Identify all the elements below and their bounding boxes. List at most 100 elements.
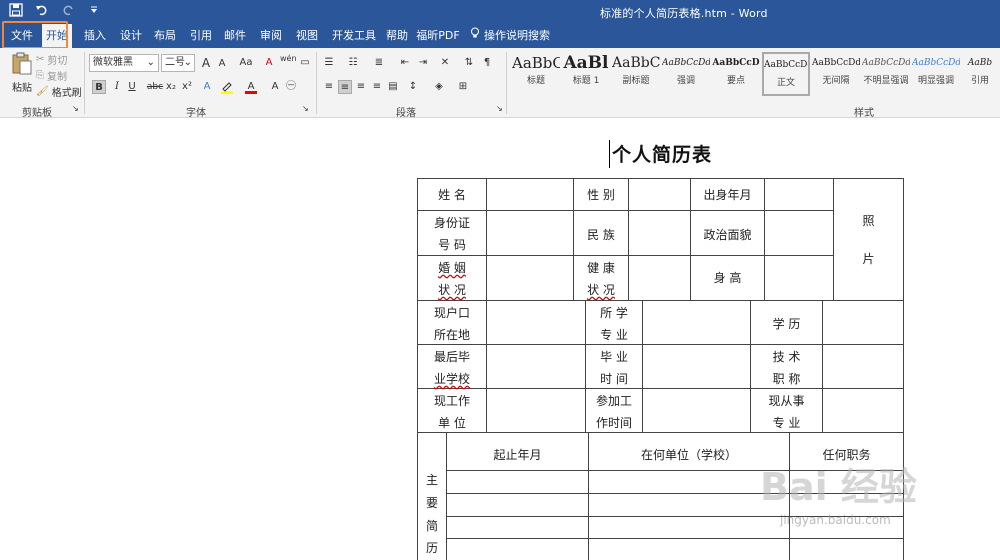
label-employer-1: 现工作 bbox=[433, 394, 470, 408]
label-history-4: 历 bbox=[425, 541, 438, 555]
chevron-down-icon: ⌄ bbox=[146, 57, 155, 68]
align-center-icon[interactable]: ≡ bbox=[338, 80, 352, 94]
multilevel-list-icon[interactable]: ≣ bbox=[372, 56, 386, 70]
tab-home[interactable]: 开始 bbox=[42, 24, 72, 48]
clear-formatting-button[interactable]: A bbox=[262, 56, 276, 70]
bold-button[interactable]: B bbox=[92, 80, 106, 94]
tab-layout[interactable]: 布局 bbox=[150, 24, 180, 48]
char-border-icon[interactable]: ▭ bbox=[298, 56, 312, 70]
italic-button[interactable]: I bbox=[110, 80, 124, 94]
col-organization: 在何单位（学校） bbox=[640, 448, 737, 462]
label-health-1: 健 康 bbox=[587, 261, 615, 275]
tab-file[interactable]: 文件 bbox=[4, 24, 40, 48]
change-case-button[interactable]: Aa bbox=[236, 56, 256, 70]
font-launcher-icon[interactable]: ↘ bbox=[302, 104, 309, 113]
style-title[interactable]: AaBbC 标题 bbox=[512, 52, 560, 96]
style-sample: AaBl bbox=[563, 53, 609, 73]
shading-icon[interactable]: ◈ bbox=[432, 80, 446, 94]
tab-foxit-pdf[interactable]: 福昕PDF bbox=[416, 24, 460, 48]
align-left-icon[interactable]: ≡ bbox=[322, 80, 336, 94]
numbering-icon[interactable]: ☷ bbox=[346, 56, 360, 70]
undo-icon[interactable] bbox=[34, 3, 50, 19]
save-icon[interactable] bbox=[8, 3, 24, 19]
style-name: 强调 bbox=[676, 76, 695, 86]
style-sample: AaBbCcDd bbox=[862, 58, 910, 68]
style-no-spacing[interactable]: AaBbCcDd 无间隔 bbox=[812, 52, 860, 96]
style-quote[interactable]: AaBb 引用 bbox=[960, 52, 1000, 96]
style-sample: AaBbC bbox=[612, 55, 660, 71]
style-name: 不明显强调 bbox=[863, 76, 909, 86]
align-right-icon[interactable]: ≡ bbox=[354, 80, 368, 94]
tab-developer[interactable]: 开发工具 bbox=[328, 24, 380, 48]
label-title-1: 技 术 bbox=[772, 350, 801, 364]
subscript-button[interactable]: x₂ bbox=[164, 80, 178, 94]
cut-button[interactable]: ✂ 剪切 bbox=[36, 52, 67, 67]
bullets-icon[interactable]: ☰ bbox=[322, 56, 336, 70]
text-effects-icon[interactable]: A bbox=[200, 80, 214, 94]
phonetic-guide-button[interactable]: wén bbox=[280, 54, 297, 68]
tab-design[interactable]: 设计 bbox=[116, 24, 146, 48]
cut-label: 剪切 bbox=[47, 56, 68, 67]
label-marital-1: 婚 姻 bbox=[438, 261, 466, 275]
style-emphasis[interactable]: AaBbCcDd 强调 bbox=[662, 52, 710, 96]
style-sample: AaBbCcDd bbox=[912, 58, 960, 68]
sort-icon[interactable]: ⇅ bbox=[462, 56, 476, 70]
chinese-layout-icon[interactable]: ✕ bbox=[438, 56, 452, 70]
font-size-select[interactable]: 二号 ⌄ bbox=[161, 54, 195, 72]
label-history-2: 要 bbox=[425, 496, 438, 510]
borders-icon[interactable]: ⊞ bbox=[456, 80, 470, 94]
tab-mailings[interactable]: 邮件 bbox=[220, 24, 250, 48]
show-marks-icon[interactable]: ¶ bbox=[480, 56, 494, 70]
highlight-icon[interactable] bbox=[220, 80, 234, 94]
table-border bbox=[628, 178, 629, 300]
char-shading-icon[interactable]: A bbox=[268, 80, 282, 94]
style-subtitle[interactable]: AaBbC 副标题 bbox=[612, 52, 660, 96]
shrink-font-button[interactable]: A bbox=[215, 57, 229, 71]
qat-dropdown-icon[interactable] bbox=[86, 3, 102, 19]
label-major-1: 所 学 bbox=[600, 306, 628, 320]
enclose-char-icon[interactable]: ㊀ bbox=[284, 80, 298, 94]
paste-label: 粘贴 bbox=[12, 83, 32, 94]
style-sample: AaBbCcD bbox=[712, 58, 760, 68]
superscript-button[interactable]: x² bbox=[180, 80, 194, 94]
line-spacing-icon[interactable]: ↕ bbox=[406, 80, 420, 94]
styles-group-label: 样式 bbox=[854, 108, 874, 119]
label-school-1: 最后毕 bbox=[433, 350, 470, 364]
tell-me-search[interactable]: 操作说明搜索 bbox=[470, 24, 550, 48]
clipboard-launcher-icon[interactable]: ↘ bbox=[72, 104, 79, 113]
tab-view[interactable]: 视图 bbox=[292, 24, 322, 48]
increase-indent-icon[interactable]: ⇥ bbox=[416, 56, 430, 70]
label-height: 身 高 bbox=[713, 271, 742, 285]
grow-font-button[interactable]: A bbox=[199, 56, 213, 70]
paragraph-launcher-icon[interactable]: ↘ bbox=[496, 104, 503, 113]
font-name-select[interactable]: 微软雅黑 ⌄ bbox=[89, 54, 159, 72]
tab-insert[interactable]: 插入 bbox=[80, 24, 110, 48]
text-cursor bbox=[609, 140, 610, 168]
style-intense-emphasis[interactable]: AaBbCcDd 明显强调 bbox=[912, 52, 960, 96]
copy-button[interactable]: ⎘ 复制 bbox=[36, 68, 67, 83]
label-photo-2: 片 bbox=[862, 252, 875, 266]
font-color-button[interactable]: A bbox=[244, 80, 258, 94]
style-heading-1[interactable]: AaBl 标题 1 bbox=[562, 52, 610, 96]
tab-review[interactable]: 审阅 bbox=[256, 24, 286, 48]
paste-button[interactable]: 粘贴 bbox=[8, 52, 36, 96]
resume-title[interactable]: 个人简历表 bbox=[612, 140, 712, 167]
tab-help[interactable]: 帮助 bbox=[382, 24, 412, 48]
tab-references[interactable]: 引用 bbox=[186, 24, 216, 48]
redo-icon[interactable] bbox=[60, 3, 76, 19]
justify-icon[interactable]: ≡ bbox=[370, 80, 384, 94]
document-canvas[interactable]: 个人简历表 姓 名 性 别 出身年月 照 片 身份证 号 码 民 族 政治面貌 … bbox=[0, 118, 1000, 560]
decrease-indent-icon[interactable]: ⇤ bbox=[398, 56, 412, 70]
font-color-bar bbox=[245, 91, 257, 94]
label-name: 姓 名 bbox=[438, 188, 466, 202]
style-normal[interactable]: AaBbCcDd 正文 bbox=[762, 52, 810, 96]
format-painter-button[interactable]: 🖌 格式刷 bbox=[36, 84, 82, 99]
style-strong[interactable]: AaBbCcD 要点 bbox=[712, 52, 760, 96]
strikethrough-button[interactable]: abc bbox=[146, 80, 164, 94]
label-photo-1: 照 bbox=[862, 214, 875, 228]
label-ethnicity: 民 族 bbox=[587, 228, 615, 242]
style-subtle-emphasis[interactable]: AaBbCcDd 不明显强调 bbox=[862, 52, 910, 96]
underline-button[interactable]: U bbox=[125, 80, 139, 94]
distributed-icon[interactable]: ▤ bbox=[386, 80, 400, 94]
font-name-value: 微软雅黑 bbox=[93, 57, 133, 68]
